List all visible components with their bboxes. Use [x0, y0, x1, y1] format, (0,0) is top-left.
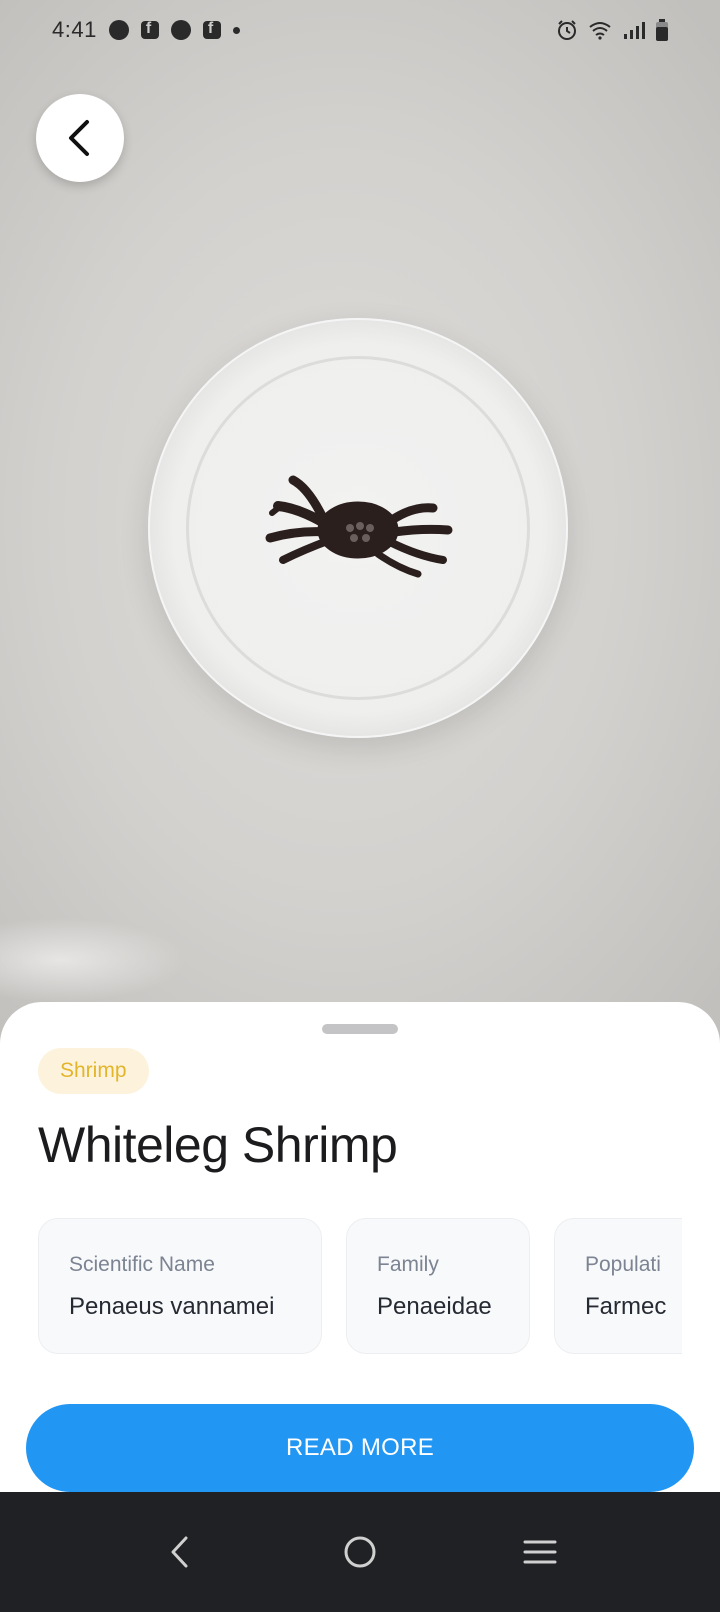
- info-value: Penaeidae: [377, 1293, 492, 1320]
- plate-photo: [148, 318, 568, 738]
- facebook-icon: [140, 20, 159, 39]
- nav-home-icon: [344, 1536, 376, 1568]
- wifi-icon: [589, 22, 611, 40]
- info-label: Family: [377, 1253, 439, 1276]
- info-value: Penaeus vannamei: [69, 1293, 275, 1320]
- back-button[interactable]: [36, 94, 124, 182]
- facebook-icon: [202, 20, 221, 39]
- back-arrow-icon: [69, 120, 89, 156]
- nav-recents-button[interactable]: [510, 1522, 570, 1582]
- crab-image: [265, 475, 453, 578]
- signal-icon: [624, 22, 645, 39]
- battery-icon: [656, 19, 668, 41]
- nav-back-button[interactable]: [150, 1522, 210, 1582]
- drag-handle[interactable]: [322, 1024, 398, 1034]
- messenger-icon: [108, 20, 129, 40]
- system-nav-bar: [0, 1492, 720, 1612]
- status-time: 4:41: [52, 17, 97, 42]
- species-title: Whiteleg Shrimp: [38, 1117, 398, 1173]
- nav-back-icon: [171, 1536, 188, 1568]
- alarm-icon: [558, 20, 576, 40]
- info-label: Scientific Name: [69, 1253, 215, 1276]
- nav-recents-icon: [523, 1540, 557, 1564]
- dot-icon: [232, 26, 240, 34]
- info-card-family[interactable]: Family Penaeidae: [346, 1218, 530, 1354]
- status-bar: 4:41: [0, 0, 720, 60]
- read-more-button[interactable]: READ MORE: [26, 1404, 694, 1492]
- nav-home-button[interactable]: [330, 1522, 390, 1582]
- category-tag: Shrimp: [38, 1048, 149, 1094]
- info-value: Farmec: [585, 1293, 667, 1320]
- info-card-row[interactable]: Scientific Name Penaeus vannamei Family …: [38, 1218, 682, 1358]
- info-card-scientific-name[interactable]: Scientific Name Penaeus vannamei: [38, 1218, 322, 1354]
- info-label: Populati: [585, 1253, 661, 1276]
- info-card-population[interactable]: Populati Farmec: [554, 1218, 682, 1354]
- chat-icon: [170, 20, 191, 40]
